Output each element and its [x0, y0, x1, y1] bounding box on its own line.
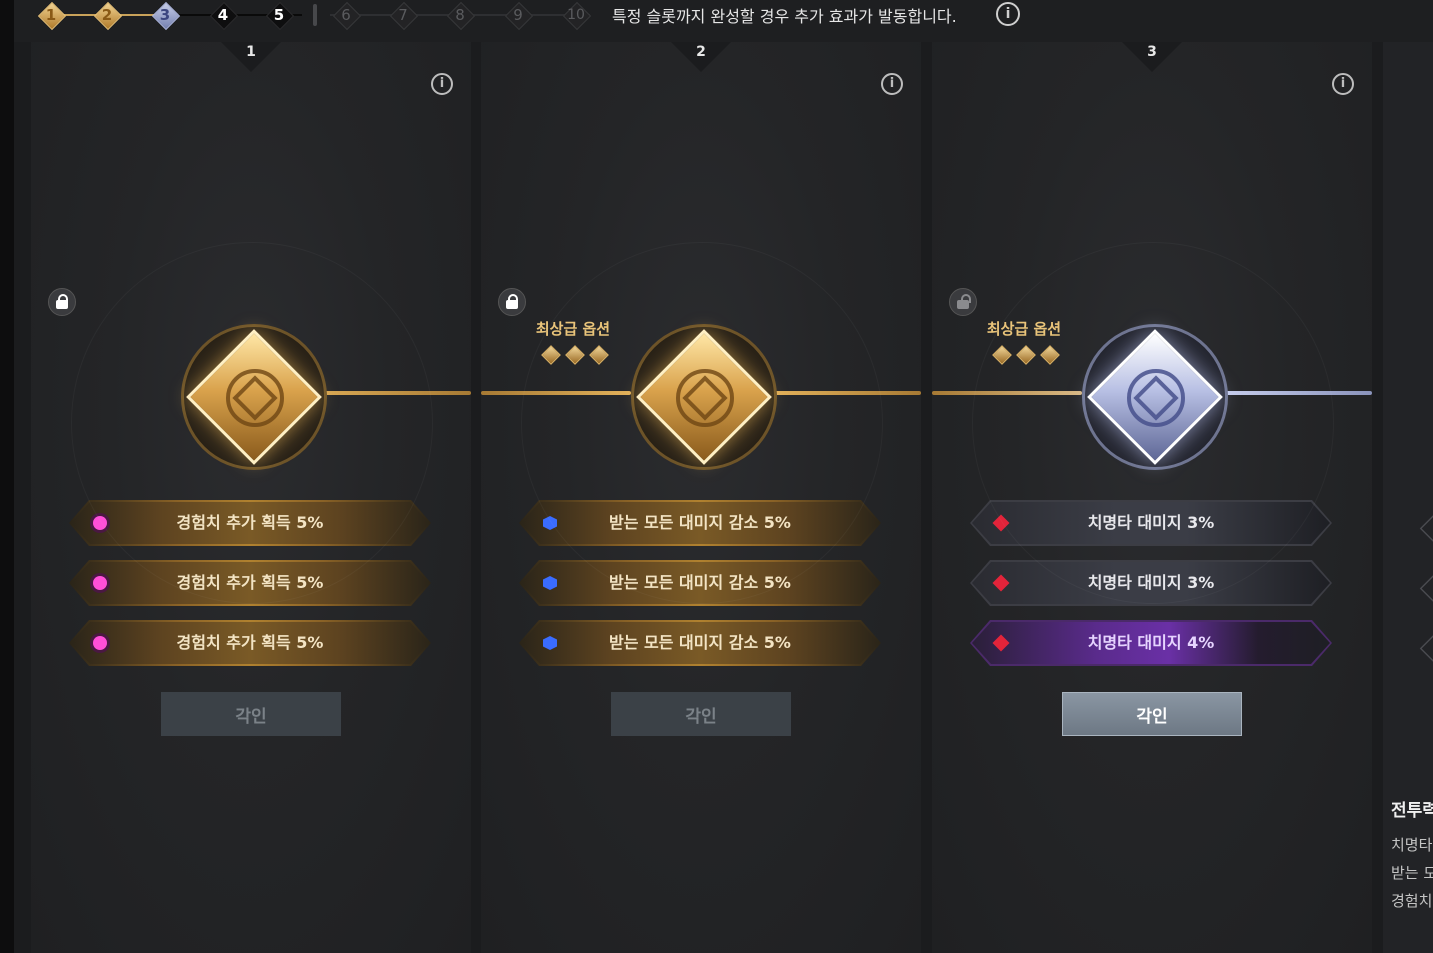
top-option-label: 최상급 옵션	[535, 320, 611, 338]
step-7[interactable]: 7	[389, 1, 419, 31]
engrave-button[interactable]: 각인	[1062, 692, 1242, 736]
engrave-button[interactable]: 각인	[161, 692, 341, 736]
option-row[interactable]: 받는 모든 대미지 감소 5%	[519, 620, 881, 666]
emblem-gold[interactable]	[171, 314, 331, 474]
emblem-gold[interactable]	[621, 314, 781, 474]
step-9[interactable]: 9	[504, 1, 534, 31]
step-5[interactable]: 5	[265, 1, 295, 31]
link-beam	[1222, 391, 1372, 395]
slot-number: 3	[1147, 44, 1157, 60]
side-effect-line: 치명타	[1391, 836, 1433, 854]
link-beam	[771, 391, 921, 395]
slot-info-icon[interactable]: i	[1332, 73, 1354, 95]
step-4[interactable]: 4	[209, 1, 239, 31]
diamond-icon	[1040, 345, 1060, 365]
option-row[interactable]: 받는 모든 대미지 감소 5%	[519, 560, 881, 606]
slot-stepper: 1 2 3 4 5 6 7 8 9 10	[30, 0, 600, 31]
diamond-icon	[589, 345, 609, 365]
side-effect-line: 받는 모	[1391, 864, 1433, 882]
option-row[interactable]: 경험치 추가 획득 5%	[69, 620, 431, 666]
option-text: 받는 모든 대미지 감소 5%	[609, 573, 791, 592]
slot-info-icon[interactable]: i	[881, 73, 903, 95]
step-3[interactable]: 3	[151, 1, 181, 31]
diamond-icon	[992, 345, 1012, 365]
option-text: 받는 모든 대미지 감소 5%	[609, 513, 791, 532]
slot-number: 2	[696, 44, 706, 60]
step-2[interactable]: 2	[93, 1, 123, 31]
step-10[interactable]: 10	[562, 1, 592, 31]
option-text: 경험치 추가 획득 5%	[176, 513, 324, 532]
option-text: 치명타 대미지 4%	[1087, 633, 1215, 652]
option-text: 경험치 추가 획득 5%	[176, 573, 324, 592]
link-beam	[481, 391, 631, 395]
combat-power-title: 전투력	[1391, 801, 1433, 821]
option-row[interactable]: 경험치 추가 획득 5%	[69, 500, 431, 546]
info-icon[interactable]: i	[996, 2, 1020, 26]
pink-gem-icon	[93, 516, 107, 530]
slot-info-icon[interactable]: i	[431, 73, 453, 95]
diamond-icon	[541, 345, 561, 365]
step-6[interactable]: 6	[332, 1, 362, 31]
slot-card-1: 1 i 경험치 추가 획득 5% 경험치 추가 획득 5% 경험치 추가 획득 …	[31, 42, 471, 953]
slot-bonus-message: 특정 슬롯까지 완성할 경우 추가 효과가 발동합니다.	[612, 7, 957, 26]
link-beam	[291, 391, 471, 395]
slot-card-3: 3 i 최상급 옵션 치명타 대미지 3% 치명타 대미지 3% 치명타 대미지…	[932, 42, 1372, 953]
top-option-badge: 최상급 옵션	[979, 318, 1069, 365]
option-text: 치명타 대미지 3%	[1087, 513, 1215, 532]
option-row-partial[interactable]	[1419, 503, 1433, 551]
option-text: 받는 모든 대미지 감소 5%	[609, 633, 791, 652]
stepper-divider	[313, 4, 317, 26]
slot-card-2: 2 i 최상급 옵션 받는 모든 대미지 감소 5% 받는 모든 대미지 감소 …	[481, 42, 921, 953]
option-row[interactable]: 치명타 대미지 4%	[970, 620, 1332, 666]
top-option-diamonds	[528, 345, 618, 365]
option-text: 경험치 추가 획득 5%	[176, 633, 324, 652]
left-edge	[0, 0, 14, 953]
diamond-icon	[565, 345, 585, 365]
pink-gem-icon	[93, 636, 107, 650]
top-option-label: 최상급 옵션	[986, 320, 1062, 338]
diamond-icon	[1016, 345, 1036, 365]
link-beam	[932, 391, 1082, 395]
side-effect-line: 경험치	[1391, 892, 1433, 910]
lock-icon[interactable]	[498, 288, 526, 316]
top-option-diamonds	[979, 345, 1069, 365]
option-row-partial[interactable]	[1419, 563, 1433, 611]
option-text: 치명타 대미지 3%	[1087, 573, 1215, 592]
step-8[interactable]: 8	[446, 1, 476, 31]
engrave-button[interactable]: 각인	[611, 692, 791, 736]
unlock-icon[interactable]	[949, 288, 977, 316]
slot-number: 1	[246, 44, 256, 60]
pink-gem-icon	[93, 576, 107, 590]
option-row-partial[interactable]	[1419, 623, 1433, 671]
lock-icon[interactable]	[48, 288, 76, 316]
top-option-badge: 최상급 옵션	[528, 318, 618, 365]
option-row[interactable]: 치명타 대미지 3%	[970, 560, 1332, 606]
option-row[interactable]: 치명타 대미지 3%	[970, 500, 1332, 546]
emblem-silver[interactable]	[1072, 314, 1232, 474]
option-row[interactable]: 경험치 추가 획득 5%	[69, 560, 431, 606]
step-1[interactable]: 1	[37, 1, 67, 31]
option-row[interactable]: 받는 모든 대미지 감소 5%	[519, 500, 881, 546]
